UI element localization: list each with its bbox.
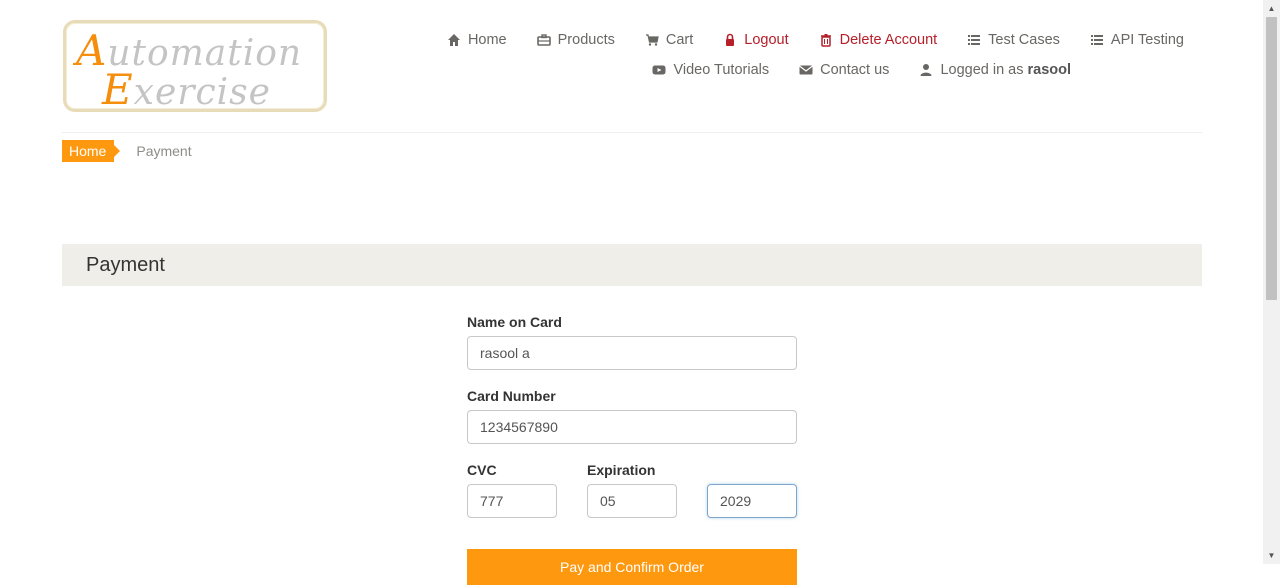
nav-logged-in[interactable]: Logged in as rasool [919,62,1071,78]
nav-row-1: Home Products Cart Logout Delete Account… [424,30,1184,50]
expiration-month-input[interactable] [587,484,677,518]
cvc-label: CVC [467,462,497,478]
scroll-up-arrow-icon[interactable]: ▲ [1263,0,1280,17]
nav-test-cases[interactable]: Test Cases [967,32,1060,48]
breadcrumb-current: Payment [136,143,192,159]
user-icon [920,64,932,76]
name-on-card-input[interactable] [467,336,797,370]
youtube-icon [652,65,666,75]
nav-contact-us[interactable]: Contact us [799,62,889,78]
logged-in-username: rasool [1027,62,1071,78]
main-nav: Home Products Cart Logout Delete Account… [424,30,1184,90]
nav-video-tutorials-label: Video Tutorials [673,62,770,78]
cvc-input[interactable] [467,484,557,518]
nav-products[interactable]: Products [536,32,615,48]
cart-icon [645,34,659,46]
expiration-label: Expiration [587,462,656,478]
header-divider [62,132,1202,133]
nav-api-testing[interactable]: API Testing [1090,32,1184,48]
briefcase-icon [536,34,551,46]
pay-and-confirm-button[interactable]: Pay and Confirm Order [467,549,797,585]
nav-home-label: Home [467,32,507,48]
nav-delete-account-label: Delete Account [839,32,938,48]
vertical-scrollbar[interactable]: ▲ ▼ [1263,0,1280,564]
nav-logged-in-label: Logged in as [940,62,1024,78]
nav-cart-label: Cart [665,32,694,48]
nav-video-tutorials[interactable]: Video Tutorials [652,62,769,78]
lock-icon [726,33,735,46]
list-icon [968,35,981,45]
breadcrumb: Home Payment [62,140,192,162]
list-icon [1090,35,1103,45]
logo-line-2: Exercise [102,65,271,114]
breadcrumb-home[interactable]: Home [62,140,121,162]
nav-test-cases-label: Test Cases [988,32,1060,48]
name-on-card-label: Name on Card [467,314,562,330]
card-number-input[interactable] [467,410,797,444]
nav-home[interactable]: Home [447,32,507,48]
nav-logout[interactable]: Logout [723,32,789,48]
nav-products-label: Products [557,32,615,48]
site-logo[interactable]: Automation Exercise [63,20,327,114]
nav-logout-label: Logout [744,32,789,48]
nav-row-2: Video Tutorials Contact us Logged in as r… [424,60,1184,80]
nav-delete-account[interactable]: Delete Account [819,32,938,48]
page-title: Payment [86,254,165,276]
trash-icon [820,34,831,47]
nav-api-testing-label: API Testing [1110,32,1184,48]
scroll-down-arrow-icon[interactable]: ▼ [1263,547,1280,564]
card-number-label: Card Number [467,388,556,404]
payment-heading-bar: Payment [62,244,1202,286]
home-icon [447,34,460,46]
expiration-year-input[interactable] [707,484,797,518]
nav-contact-us-label: Contact us [820,62,890,78]
scroll-thumb[interactable] [1266,17,1277,300]
nav-cart[interactable]: Cart [645,32,693,48]
envelope-icon [799,65,813,75]
